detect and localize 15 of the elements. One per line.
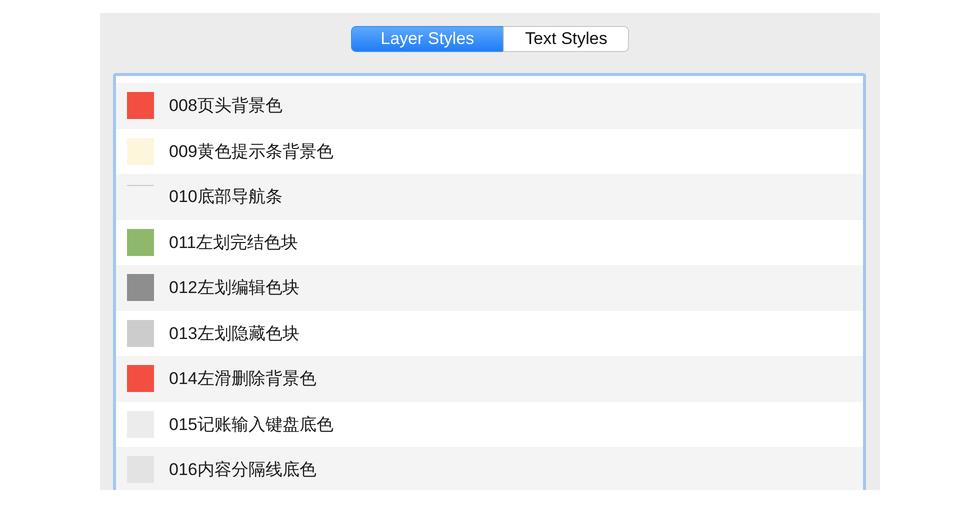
- style-name: 009黄色提示条背景色: [169, 140, 334, 163]
- tab[interactable]: Text Styles: [503, 26, 630, 52]
- style-name: 016内容分隔线底色: [169, 459, 316, 482]
- style-name: 011左划完结色块: [169, 232, 298, 254]
- style-row[interactable]: 014左滑删除背景色: [116, 356, 863, 402]
- style-name: 013左划隐藏色块: [169, 322, 300, 345]
- style-name: 012左划编辑色块: [169, 277, 300, 300]
- style-row[interactable]: 010底部导航条: [116, 174, 863, 220]
- style-name: 008页头背景色: [169, 95, 282, 118]
- style-row[interactable]: 016内容分隔线底色: [116, 447, 863, 490]
- style-name: 015记账输入键盘底色: [169, 414, 334, 436]
- style-row[interactable]: 012左划编辑色块: [116, 265, 863, 310]
- style-name: 010底部导航条: [169, 186, 282, 208]
- style-row[interactable]: 008页头背景色: [116, 83, 863, 128]
- style-name: 014左滑删除背景色: [169, 368, 316, 390]
